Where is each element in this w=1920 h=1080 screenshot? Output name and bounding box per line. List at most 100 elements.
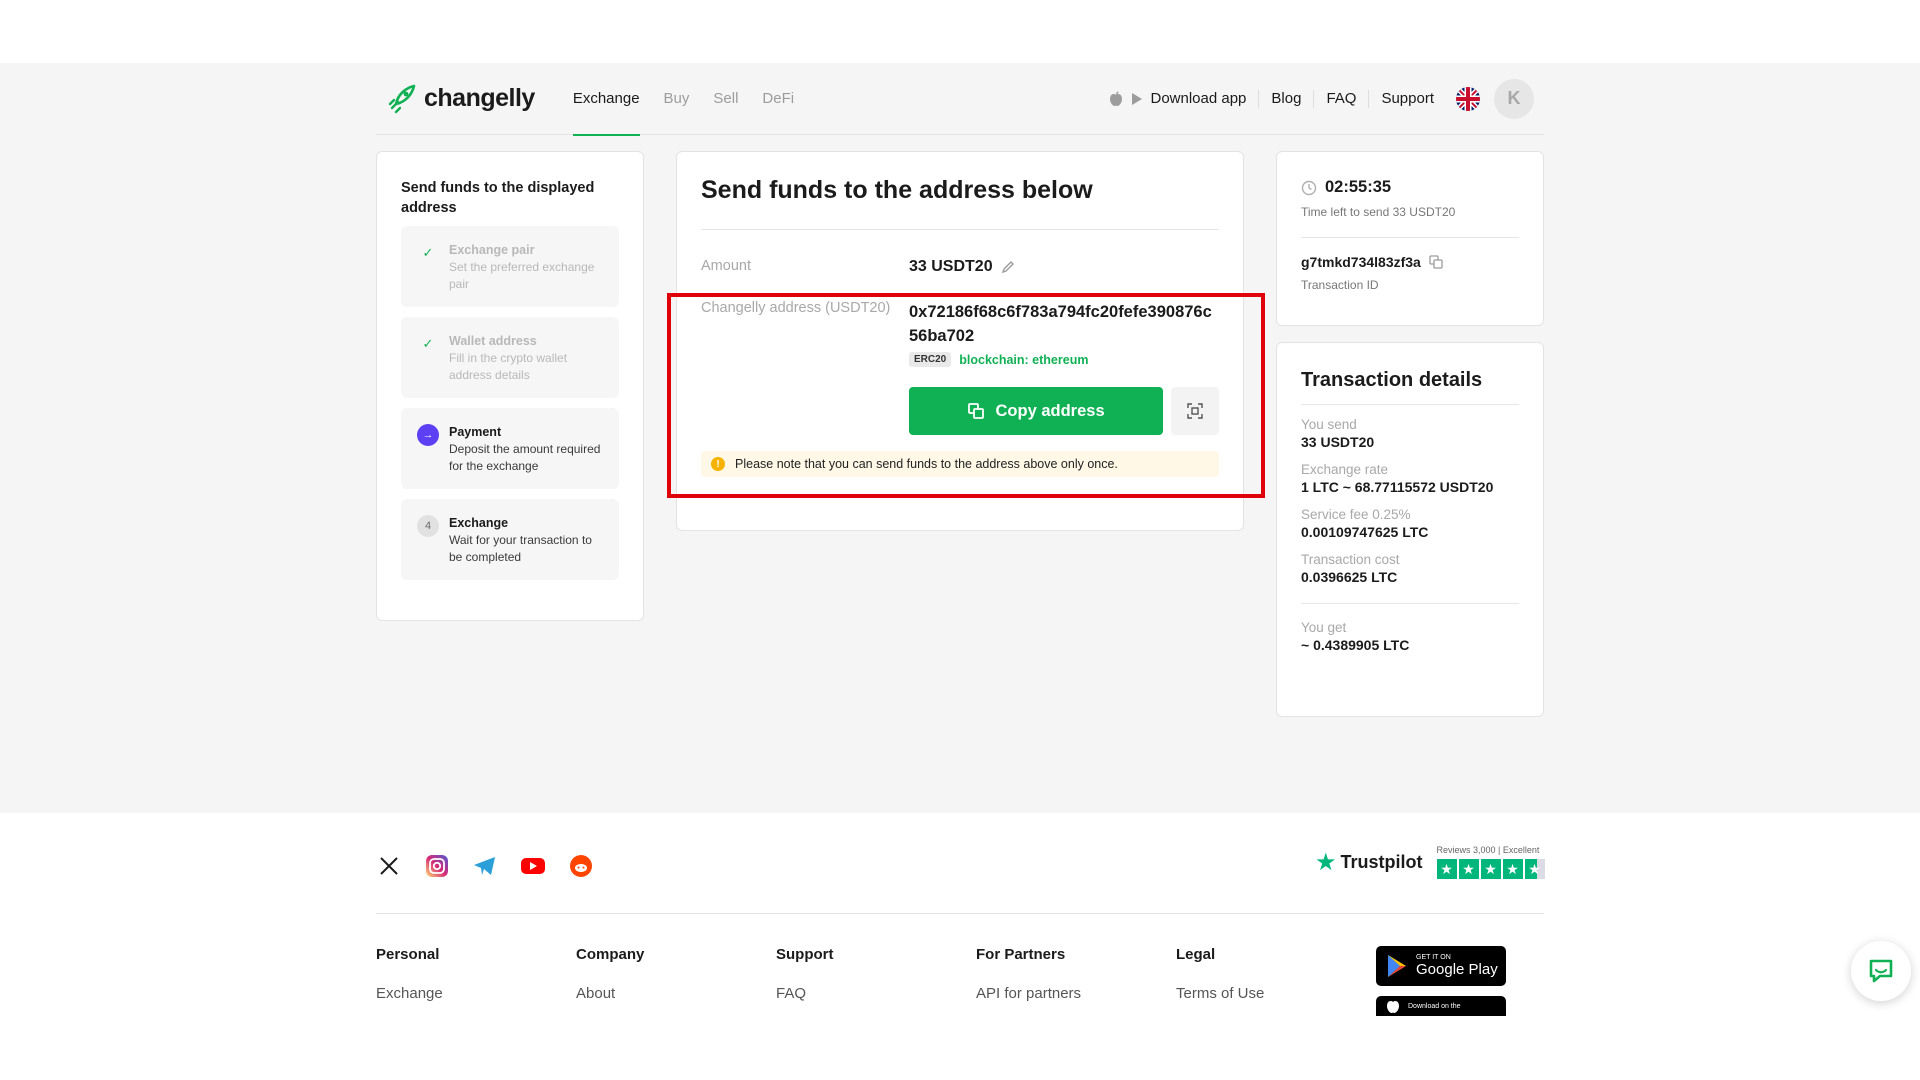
timer-divider xyxy=(1301,237,1519,238)
transaction-id: g7tmkd734l83zf3a xyxy=(1301,254,1519,270)
main-title: Send funds to the address below xyxy=(701,176,1219,230)
trustpilot-label: Trustpilot xyxy=(1340,851,1423,872)
network-info: ERC20 blockchain: ethereum xyxy=(909,352,1219,367)
step-subtitle: Deposit the amount required for the exch… xyxy=(449,442,601,473)
service-fee-label: Service fee 0.25% xyxy=(1301,507,1411,522)
reddit-icon[interactable] xyxy=(568,853,594,879)
transaction-id-value: g7tmkd734l83zf3a xyxy=(1301,254,1421,270)
star-half-icon: ★ xyxy=(1524,859,1545,879)
footer-link[interactable]: API for partners xyxy=(976,985,1176,1002)
service-fee-value: 0.00109747625 LTC xyxy=(1301,524,1429,540)
star-icon: ★ xyxy=(1480,859,1501,879)
transaction-cost-label: Transaction cost xyxy=(1301,552,1400,567)
timer-card: 02:55:35 Time left to send 33 USDT20 g7t… xyxy=(1276,151,1544,326)
google-play-top: GET IT ON xyxy=(1416,954,1451,961)
google-play-badge[interactable]: GET IT ON Google Play xyxy=(1376,946,1506,986)
step-exchange: 4 Exchange Wait for your transaction to … xyxy=(401,499,619,580)
arrow-right-icon: → xyxy=(417,424,439,446)
step-number: 4 xyxy=(417,515,439,537)
telegram-icon[interactable] xyxy=(472,853,498,879)
you-send-label: You send xyxy=(1301,417,1357,432)
footer-link[interactable]: About xyxy=(576,985,776,1002)
footer-heading: Personal xyxy=(376,946,440,963)
step-payment: → Payment Deposit the amount required fo… xyxy=(401,408,619,489)
footer-link[interactable]: Terms of Use xyxy=(1176,985,1376,1002)
apple-icon xyxy=(1387,1001,1399,1013)
steps-title: Send funds to the displayed address xyxy=(401,180,595,216)
step-wallet-address: ✓ Wallet address Fill in the crypto wall… xyxy=(401,317,619,398)
step-subtitle: Set the preferred exchange pair xyxy=(449,260,595,291)
trustpilot-widget[interactable]: ★ Trustpilot Reviews 3,000 | Excellent ★… xyxy=(1315,845,1545,879)
footer-col-support: Support FAQ xyxy=(776,946,976,1002)
transaction-cost-value: 0.0396625 LTC xyxy=(1301,569,1398,585)
amount-row: Amount 33 USDT20 xyxy=(701,258,1219,276)
steps-card: Send funds to the displayed address ✓ Ex… xyxy=(376,151,644,621)
footer-link[interactable]: Exchange xyxy=(376,985,576,1002)
countdown-time: 02:55:35 xyxy=(1325,178,1392,196)
trustpilot-logo: ★ Trustpilot xyxy=(1315,848,1423,877)
trustpilot-reviews: Reviews 3,000 | Excellent xyxy=(1436,845,1540,855)
warning-icon: ! xyxy=(711,457,725,471)
footer-heading: Legal xyxy=(1176,946,1216,963)
footer-col-personal: Personal Exchange xyxy=(376,946,576,1002)
copy-address-label: Copy address xyxy=(995,401,1105,420)
deposit-address[interactable]: 0x72186f68c6f783a794fc20fefe390876c56ba7… xyxy=(909,300,1219,348)
amount-label: Amount xyxy=(701,258,751,274)
amount-text: 33 USDT20 xyxy=(909,258,993,275)
amount-value: 33 USDT20 xyxy=(909,258,1015,276)
qr-scan-icon xyxy=(1187,403,1203,419)
footer-heading: Company xyxy=(576,946,645,963)
step-title: Exchange pair xyxy=(449,243,535,257)
step-subtitle: Wait for your transaction to be complete… xyxy=(449,533,592,564)
address-actions: Copy address xyxy=(909,387,1219,435)
step-title: Wallet address xyxy=(449,334,537,348)
once-only-note: ! Please note that you can send funds to… xyxy=(701,451,1219,477)
footer: ★ Trustpilot Reviews 3,000 | Excellent ★… xyxy=(0,813,1920,1080)
star-icon: ★ xyxy=(1436,859,1457,879)
time-left-caption: Time left to send 33 USDT20 xyxy=(1301,205,1456,219)
instagram-icon[interactable] xyxy=(424,853,450,879)
transaction-id-caption: Transaction ID xyxy=(1301,278,1379,292)
star-icon: ★ xyxy=(1458,859,1479,879)
footer-col-legal: Legal Terms of Use xyxy=(1176,946,1376,1002)
star-icon: ★ xyxy=(1502,859,1523,879)
footer-link[interactable]: FAQ xyxy=(776,985,976,1002)
trustpilot-stars: ★ ★ ★ ★ ★ xyxy=(1436,859,1545,879)
social-links xyxy=(376,853,594,879)
footer-heading: Support xyxy=(776,946,834,963)
footer-col-partners: For Partners API for partners xyxy=(976,946,1176,1002)
exchange-rate-value: 1 LTC ~ 68.77115572 USDT20 xyxy=(1301,479,1494,495)
clock-icon xyxy=(1301,180,1317,195)
app-store-badge[interactable]: Download on the xyxy=(1376,996,1506,1016)
copy-icon[interactable] xyxy=(1429,255,1443,269)
checkmark-icon: ✓ xyxy=(422,336,434,351)
qr-code-button[interactable] xyxy=(1171,387,1219,435)
checkmark-icon: ✓ xyxy=(422,245,434,260)
you-send-value: 33 USDT20 xyxy=(1301,434,1375,450)
details-title: Transaction details xyxy=(1301,369,1519,405)
token-standard-badge: ERC20 xyxy=(909,352,952,367)
copy-address-button[interactable]: Copy address xyxy=(909,387,1164,435)
youtube-icon[interactable] xyxy=(520,853,546,879)
google-play-label: Google Play xyxy=(1416,961,1498,978)
blockchain-label: blockchain: ethereum xyxy=(959,352,1089,367)
footer-columns: Personal Exchange Company About Support … xyxy=(376,946,1376,1002)
exchange-rate-label: Exchange rate xyxy=(1301,462,1389,477)
content-area: Send funds to the displayed address ✓ Ex… xyxy=(376,63,1544,763)
trustpilot-star-icon: ★ xyxy=(1315,848,1337,876)
footer-heading: For Partners xyxy=(976,946,1066,963)
x-twitter-icon[interactable] xyxy=(376,853,402,879)
step-title: Payment xyxy=(449,425,502,439)
app-store-top: Download on the xyxy=(1408,1002,1461,1010)
app-store-badges: GET IT ON Google Play Download on the xyxy=(1376,946,1506,1016)
send-funds-card: Send funds to the address below Amount 3… xyxy=(676,151,1244,531)
chat-support-button[interactable] xyxy=(1851,941,1911,1001)
step-title: Exchange xyxy=(449,516,509,530)
details-divider xyxy=(1301,603,1519,604)
address-row: Changelly address (USDT20) 0x72186f68c6f… xyxy=(701,300,1219,367)
step-exchange-pair: ✓ Exchange pair Set the preferred exchan… xyxy=(401,226,619,307)
copy-icon xyxy=(967,403,984,419)
edit-pencil-icon[interactable] xyxy=(1001,260,1015,274)
footer-divider xyxy=(376,913,1544,914)
address-label: Changelly address (USDT20) xyxy=(701,300,891,316)
